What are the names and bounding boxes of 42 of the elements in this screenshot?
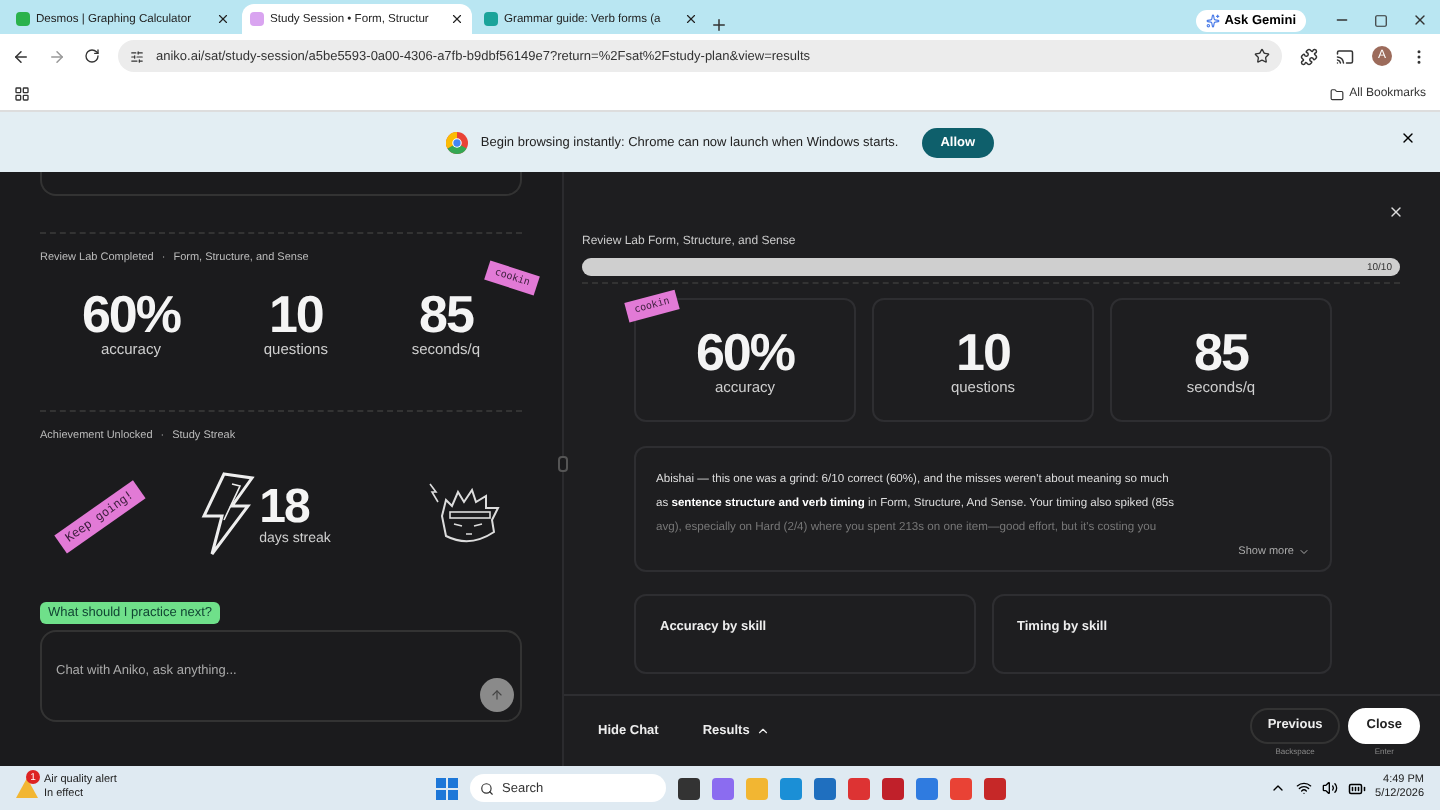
search-icon: [480, 781, 494, 795]
volume-icon[interactable]: [1321, 780, 1338, 796]
send-button[interactable]: [480, 678, 514, 712]
new-tab-button[interactable]: [710, 16, 728, 34]
chevron-down-icon: [1298, 546, 1310, 558]
forward-button[interactable]: [48, 47, 66, 65]
cartoon-head-drawing: [425, 480, 502, 548]
apps-button[interactable]: [14, 86, 30, 102]
stat-value: 10: [956, 325, 1010, 377]
folder-icon: [1329, 87, 1344, 101]
app-icon[interactable]: [678, 777, 700, 799]
streak-count: 18: [259, 483, 310, 531]
tab-favicon-icon: [484, 12, 498, 26]
wifi-icon[interactable]: [1295, 780, 1312, 796]
back-button[interactable]: [12, 47, 30, 65]
app-icon[interactable]: [984, 777, 1006, 799]
start-icon[interactable]: [436, 777, 458, 799]
stat-value: 85: [1194, 325, 1248, 377]
tab-favicon-icon: [250, 12, 264, 26]
close-icon[interactable]: [216, 12, 230, 26]
close-icon[interactable]: [684, 12, 698, 26]
maximize-button[interactable]: [1374, 14, 1388, 28]
cast-button[interactable]: [1336, 47, 1354, 65]
stat-value: 85: [418, 288, 473, 340]
stat-value: 60%: [81, 288, 180, 340]
close-icon[interactable]: [450, 12, 464, 26]
star-icon[interactable]: [1254, 48, 1270, 64]
site-settings-icon[interactable]: [130, 49, 144, 63]
stat-value: 60%: [695, 325, 795, 377]
sparkle-icon: [1206, 14, 1221, 28]
chevron-up-icon: [755, 724, 770, 738]
close-button[interactable]: [1412, 12, 1428, 28]
battery-icon[interactable]: [1347, 779, 1366, 797]
reload-button[interactable]: [84, 48, 100, 64]
browser-logo-icon: [446, 131, 469, 153]
app-icon[interactable]: [882, 777, 904, 799]
stat-value: 10: [268, 288, 323, 340]
close-button[interactable]: [1400, 130, 1416, 146]
extensions-button[interactable]: [1300, 47, 1318, 65]
arrow-up-icon: [490, 688, 504, 702]
tray-chevron-icon[interactable]: [1269, 780, 1286, 796]
tab-favicon-icon: [16, 12, 30, 26]
